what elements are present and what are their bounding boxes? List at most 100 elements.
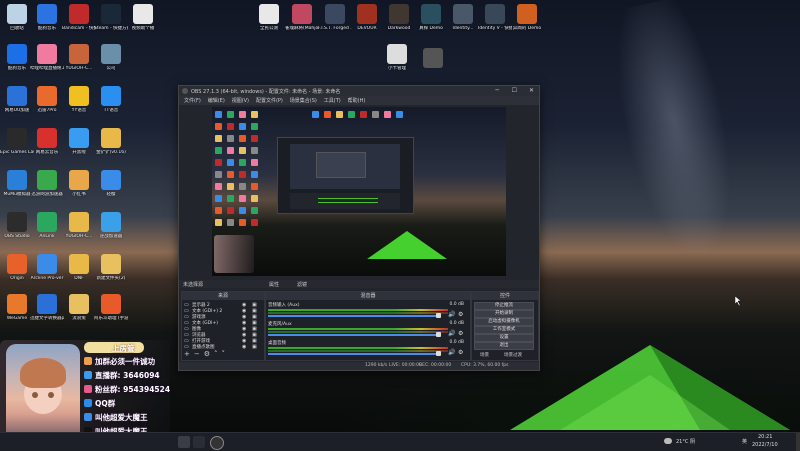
desktop-icon[interactable]: 异闻的 Demo xyxy=(510,4,544,32)
desktop-icon[interactable]: YY语音 xyxy=(62,86,96,114)
menu-view[interactable]: 视图(V) xyxy=(232,97,249,104)
speaker-icon[interactable]: 🔊 xyxy=(448,330,455,337)
desktop-icon[interactable]: 流浪兔 xyxy=(62,294,96,322)
desktop-icon[interactable]: Origin xyxy=(0,254,34,282)
desktop-icon[interactable]: WeGame xyxy=(0,294,34,322)
desktop-icon[interactable]: MuMu模拟器 xyxy=(0,170,34,198)
preview-icon xyxy=(215,207,222,214)
remove-source-icon[interactable]: − xyxy=(194,350,204,358)
menu-scene-collection[interactable]: 场景集合(S) xyxy=(290,97,317,104)
obs-titlebar[interactable]: OBS 27.1.3 (64-bit, windows) - 配置文件: 未命名… xyxy=(179,86,539,96)
desktop-icon-label: Identity... xyxy=(452,26,474,31)
menu-edit[interactable]: 编辑(E) xyxy=(208,97,225,104)
exit-button[interactable]: 退出 xyxy=(474,342,534,350)
move-down-icon[interactable]: ˅ xyxy=(222,350,230,358)
desktop-icon[interactable]: 轻樱 xyxy=(94,170,128,198)
menu-help[interactable]: 帮助(H) xyxy=(348,97,366,104)
taskbar-app-icon[interactable] xyxy=(193,436,205,448)
volume-slider[interactable] xyxy=(268,315,438,317)
desktop-icon[interactable]: 网易云音乐 xyxy=(30,128,64,156)
desktop-icon[interactable]: 哔哩哔哩直播姬工具 xyxy=(30,44,64,72)
volume-slider-handle[interactable] xyxy=(436,313,441,318)
app-icon xyxy=(69,294,89,314)
desktop-icon[interactable]: 视频助个播 xyxy=(126,4,160,32)
desktop-icon[interactable]: 酷狗音乐 xyxy=(0,44,34,72)
clock-time[interactable]: 20:21 xyxy=(758,434,772,440)
taskbar-app-icon[interactable] xyxy=(178,436,190,448)
properties-button[interactable]: 属性 xyxy=(269,281,279,288)
desktop-icon[interactable]: Arcline Pro-ver xyxy=(30,254,64,282)
desktop-icon[interactable]: 真探 Demo xyxy=(414,4,448,32)
desktop-icon[interactable]: 迅雷7Pro xyxy=(30,86,64,114)
gear-icon[interactable]: ⚙ xyxy=(458,330,463,337)
show-desktop-button[interactable] xyxy=(796,433,800,451)
studio-mode-button[interactable]: 工作室模式 xyxy=(474,326,534,334)
obs-preview[interactable] xyxy=(212,107,506,276)
desktop-icon[interactable]: TT语音 xyxy=(94,86,128,114)
weather-text[interactable]: 21°C 阴 xyxy=(676,438,695,445)
desktop-icon[interactable]: AnLink xyxy=(30,212,64,240)
app-icon xyxy=(7,128,27,148)
input-language[interactable]: 英 xyxy=(742,438,747,445)
menu-file[interactable]: 文件(F) xyxy=(184,97,201,104)
tab-scenes[interactable]: 场景 xyxy=(480,352,489,358)
desktop-icon[interactable]: 迅捷文字转换器pc-sgfx xyxy=(30,294,64,322)
start-virtual-camera-button[interactable]: 启动虚拟摄像机 xyxy=(474,318,534,326)
desktop-icon[interactable]: 新建文件夹(2) xyxy=(94,254,128,282)
gear-icon[interactable]: ⚙ xyxy=(458,311,463,318)
visibility-icon[interactable]: ◉ xyxy=(242,344,246,350)
desktop-icon[interactable]: Epic Games Launcher xyxy=(0,128,34,156)
desktop-icon[interactable]: F.I.S.T. Forged ... xyxy=(318,4,352,32)
desktop-icon[interactable]: 全民公测 xyxy=(252,4,286,32)
clock-date[interactable]: 2022/7/10 xyxy=(752,442,778,448)
volume-slider-handle[interactable] xyxy=(436,332,441,337)
maximize-icon[interactable]: ☐ xyxy=(512,87,517,94)
obs-taskbar-icon[interactable] xyxy=(210,436,224,450)
volume-slider[interactable] xyxy=(268,353,438,355)
close-icon[interactable]: ✕ xyxy=(529,87,534,94)
volume-slider-handle[interactable] xyxy=(436,351,441,356)
lock-icon[interactable]: ▣ xyxy=(252,344,257,350)
desktop-icon-label: 视频助个播 xyxy=(131,26,155,31)
desktop-icon[interactable]: 酷狗音乐 xyxy=(30,4,64,32)
desktop-icon[interactable]: Identity V - 快捷方式 xyxy=(478,4,512,32)
desktop-icon[interactable] xyxy=(416,48,450,70)
desktop-icon[interactable]: 回收站 xyxy=(0,4,34,32)
volume-slider[interactable] xyxy=(268,334,438,336)
desktop-icon[interactable]: 雀魂麻将(Mahjong... xyxy=(285,4,319,32)
desktop-icon[interactable]: Identity... xyxy=(446,4,480,32)
menu-tools[interactable]: 工具(T) xyxy=(324,97,341,104)
desktop-icon[interactable]: 金铲铲(v0.16) xyxy=(94,128,128,156)
menu-profile[interactable]: 配置文件(P) xyxy=(256,97,283,104)
desktop-icon[interactable]: 阿乐斗助理 (手游模拟器) xyxy=(94,294,128,322)
tab-scene-transitions[interactable]: 场景过渡 xyxy=(504,352,522,358)
desktop-icon[interactable]: 开黑啦 xyxy=(62,128,96,156)
desktop-icon[interactable]: Darkwood xyxy=(382,4,416,32)
speaker-icon[interactable]: 🔊 xyxy=(448,311,455,318)
start-recording-button[interactable]: 开始录制 xyxy=(474,310,534,318)
desktop-icon[interactable]: OBS Studio xyxy=(0,212,34,240)
add-source-icon[interactable]: + xyxy=(184,350,194,358)
filters-button[interactable]: 滤镜 xyxy=(297,281,307,288)
app-icon xyxy=(517,4,537,24)
desktop-icon[interactable]: 迅游网游加速器 xyxy=(30,170,64,198)
desktop-icon[interactable]: DNF xyxy=(62,254,96,282)
minimize-icon[interactable]: ─ xyxy=(495,87,499,94)
desktop-icon[interactable]: Steam - 快捷方式 xyxy=(94,4,128,32)
settings-button[interactable]: 设置 xyxy=(474,334,534,342)
desktop-icon[interactable]: 小卡管理 xyxy=(380,44,414,72)
desktop-icon[interactable]: 网易UU加速 xyxy=(0,86,34,114)
move-up-icon[interactable]: ˄ xyxy=(214,350,222,358)
desktop-icon[interactable]: YUGIOH-C... xyxy=(62,212,96,240)
desktop-icon[interactable]: Bandicam - 快捷方式 xyxy=(62,4,96,32)
speaker-icon[interactable]: 🔊 xyxy=(448,349,455,356)
desktop-icon[interactable]: DEVOUR xyxy=(350,4,384,32)
desktop-icon[interactable]: 逆战加速器 xyxy=(94,212,128,240)
desktop-icon[interactable]: YUGIOH-C... xyxy=(62,44,96,72)
obs-window[interactable]: OBS 27.1.3 (64-bit, windows) - 配置文件: 未命名… xyxy=(178,85,540,371)
desktop-icon[interactable]: 小红书 xyxy=(62,170,96,198)
source-settings-icon[interactable]: ⚙ xyxy=(204,350,214,358)
stop-streaming-button[interactable]: 停止推流 xyxy=(474,302,534,310)
gear-icon[interactable]: ⚙ xyxy=(458,349,463,356)
desktop-icon[interactable]: 公司 xyxy=(94,44,128,72)
